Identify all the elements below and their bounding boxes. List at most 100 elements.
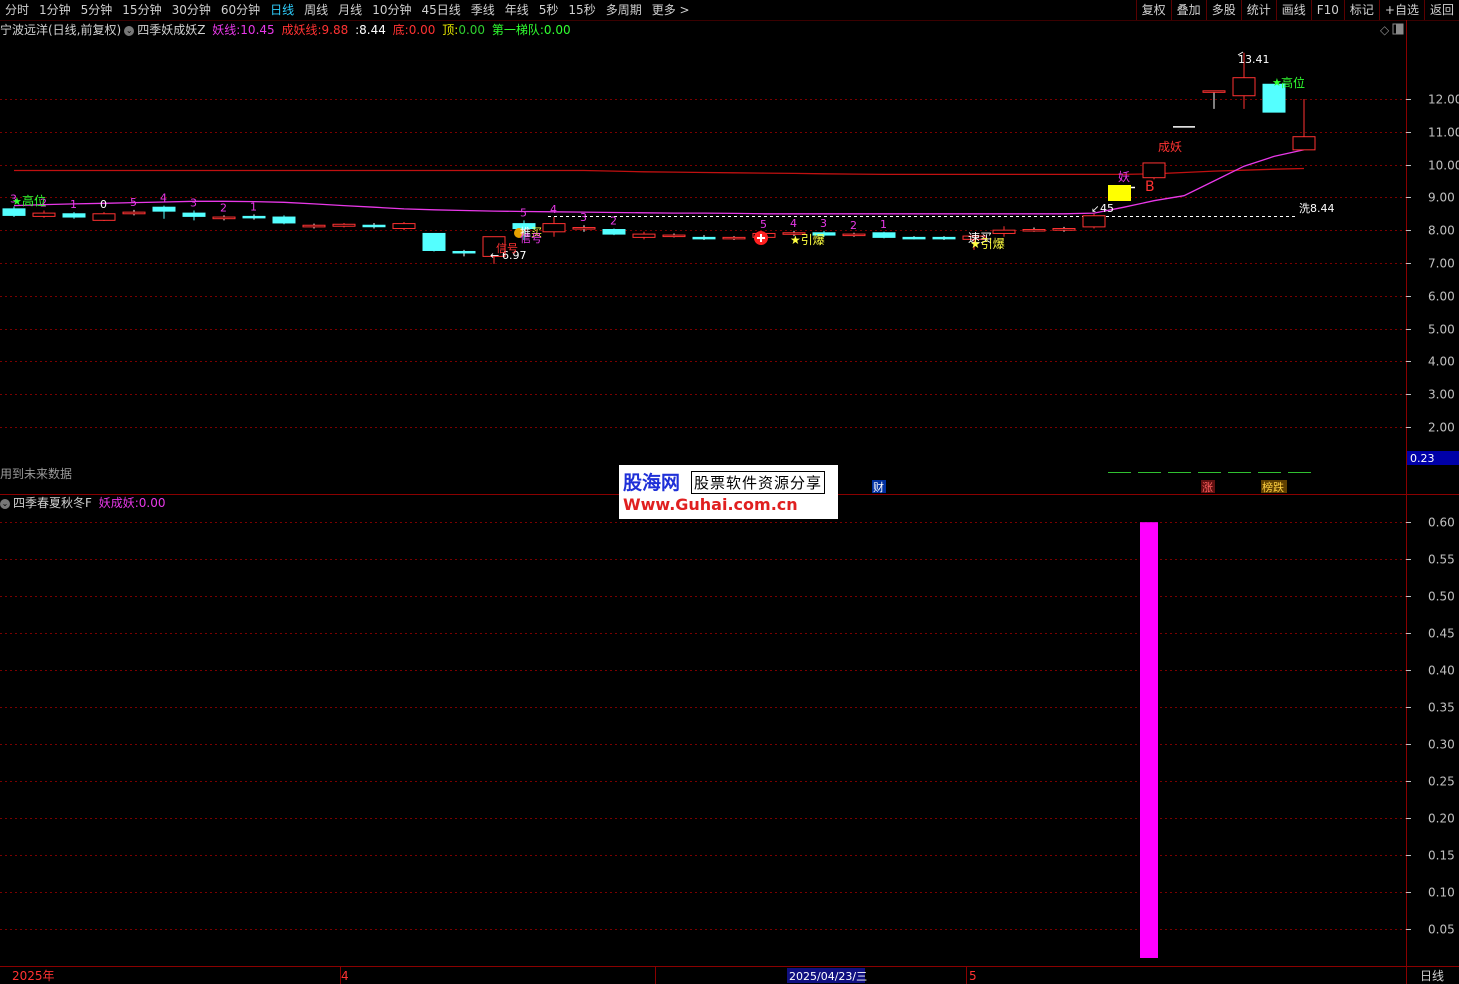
y-tick-label: 0.40 <box>1428 664 1455 678</box>
candle-body <box>932 236 956 240</box>
yao-mark-label: 妖 <box>1118 170 1130 184</box>
candle-body <box>902 236 926 240</box>
candle-body <box>662 234 686 238</box>
price-axis: 12.00 11.00 10.00 9.00 8.00 7.00 6.00 5.00 4.00 3… <box>1406 93 1459 937</box>
candle <box>332 222 356 228</box>
candle <box>272 215 296 225</box>
count-label: 0 <box>100 198 107 211</box>
candle <box>1052 226 1076 232</box>
watermark-url: Www.Guhai.com.cn <box>623 495 798 514</box>
watermark-logo: 股海网 <box>623 472 681 494</box>
count-label: 3 <box>580 211 587 224</box>
count-label: 1 <box>70 198 77 211</box>
candle-body <box>212 216 236 220</box>
month-label-5: 5 <box>969 969 977 983</box>
count-label: 3 <box>190 196 197 209</box>
candle <box>242 214 266 220</box>
count-label: 5 <box>760 218 767 231</box>
gaowei-left-label: 高位 <box>22 193 46 208</box>
y-tick-label: 7.00 <box>1428 257 1455 271</box>
candle-body <box>272 216 296 224</box>
candle <box>1142 162 1166 180</box>
cai-label: 财 <box>873 480 884 494</box>
chengyao-label: 成妖 <box>1158 140 1182 154</box>
candle-body <box>182 212 206 217</box>
candle <box>362 222 386 229</box>
candle-body <box>152 206 176 212</box>
yinbao-label-2: ★引爆 <box>970 237 1005 251</box>
period-label[interactable]: 日线 <box>1420 969 1444 983</box>
zhang-label: 涨 <box>1202 481 1213 494</box>
candle-body <box>872 232 896 238</box>
y-tick-label: 0.10 <box>1428 886 1455 900</box>
cursor-date: 2025/04/23/三 <box>789 970 867 983</box>
candle-body <box>332 223 356 227</box>
candle-body <box>302 224 326 228</box>
candle <box>662 233 686 238</box>
candle-body <box>1292 136 1316 151</box>
candle-body <box>692 236 716 240</box>
bangdie-label: 榜跌 <box>1262 480 1284 494</box>
high-price-label: 13.41 <box>1238 53 1270 66</box>
candle <box>1292 99 1316 151</box>
candle-body <box>572 227 596 230</box>
candle <box>692 235 716 240</box>
candle-body <box>1082 215 1106 228</box>
candle-body <box>452 250 476 254</box>
y-tick-label: 0.60 <box>1428 516 1455 530</box>
candle-body <box>92 213 116 221</box>
candle <box>392 221 416 231</box>
candle-body <box>542 223 566 233</box>
count-label: 4 <box>160 192 167 205</box>
candle <box>302 223 326 229</box>
marker-45-label: 45 <box>1100 202 1114 215</box>
candle <box>1022 227 1046 232</box>
candle-body <box>2 208 26 216</box>
candle <box>542 217 566 237</box>
candle <box>632 231 656 240</box>
candle <box>2 206 26 218</box>
candle-body <box>1202 90 1226 93</box>
candle <box>122 209 146 216</box>
sub-bar <box>1140 522 1158 958</box>
month-label-4: 4 <box>341 969 349 983</box>
y-tick-label: 0.30 <box>1428 738 1455 752</box>
candle <box>452 249 476 257</box>
y-tick-label: 10.00 <box>1428 159 1459 173</box>
y-tick-label: 6.00 <box>1428 290 1455 304</box>
future-data-note: 用到未来数据 <box>0 466 72 481</box>
diamond-icon[interactable]: ◇ <box>1380 23 1390 37</box>
candle <box>902 236 926 240</box>
count-label: 5 <box>520 206 527 219</box>
count-label: 3 <box>820 217 827 230</box>
gaowei-star-icon: ★ <box>12 195 22 208</box>
count-label: 2 <box>610 215 617 228</box>
candle <box>932 236 956 240</box>
count-label: 5 <box>130 196 137 209</box>
candle-body <box>32 212 56 217</box>
candle-body <box>1052 228 1076 231</box>
candle <box>602 228 626 236</box>
candle <box>722 236 746 240</box>
count-label: 1 <box>880 218 887 231</box>
candle-body <box>602 229 626 235</box>
count-label: 4 <box>790 217 797 230</box>
candle-body <box>242 215 266 219</box>
count-label: 2 <box>850 219 857 232</box>
y-tick-label: 2.00 <box>1428 421 1455 435</box>
candles <box>2 52 1316 264</box>
count-label: 4 <box>550 203 557 216</box>
candle-body <box>1142 162 1166 179</box>
window-toggle-fill <box>1396 24 1403 34</box>
y-tick-label: 0.05 <box>1428 923 1455 937</box>
watermark-tagline: 股票软件资源分享 <box>691 471 826 494</box>
candle <box>182 210 206 221</box>
sub-bars <box>1140 522 1158 958</box>
gaowei-right-label: 高位 <box>1281 75 1305 90</box>
candle-body <box>122 211 146 215</box>
yinbao-label-1: ★引爆 <box>790 233 825 247</box>
count-label: 2 <box>220 201 227 214</box>
y-tick-label: 0.45 <box>1428 627 1455 641</box>
candle-body <box>992 229 1016 234</box>
marker-45-arrow-icon: ↙ <box>1091 204 1099 215</box>
